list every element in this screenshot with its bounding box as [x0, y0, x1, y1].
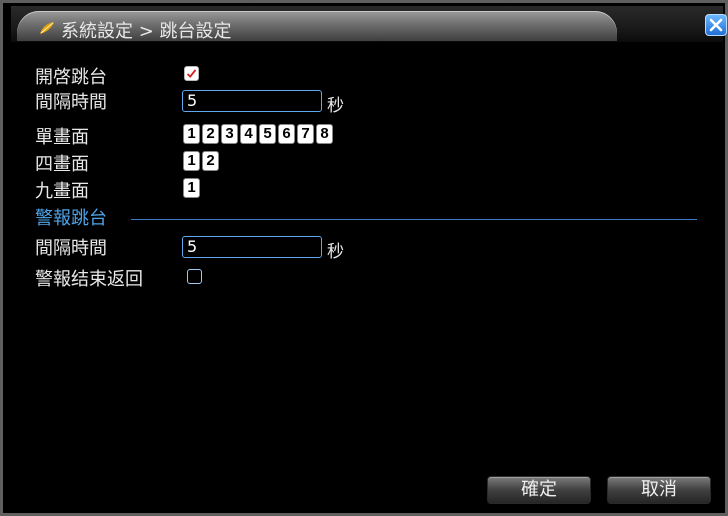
check-mark-icon	[186, 69, 197, 78]
single-channel-8[interactable]: 8	[316, 124, 333, 144]
window-title: 系統設定 > 跳台設定	[61, 21, 232, 42]
enable-checkbox[interactable]	[184, 66, 199, 81]
interval-input[interactable]: 5	[182, 90, 322, 112]
single-channel-1[interactable]: 1	[183, 124, 200, 144]
single-channel-3[interactable]: 3	[221, 124, 238, 144]
interval-unit: 秒	[327, 96, 344, 116]
dialog-window: 系統設定 > 跳台設定 開啓跳台 間隔時間 5 秒 單畫面 1 2 3 4 5 …	[0, 0, 728, 516]
title-bar: 系統設定 > 跳台設定	[11, 6, 727, 42]
single-channel-7[interactable]: 7	[297, 124, 314, 144]
close-button[interactable]	[705, 14, 727, 36]
interval-label: 間隔時間	[35, 92, 107, 113]
single-channel-4[interactable]: 4	[240, 124, 257, 144]
alarm-interval-label: 間隔時間	[35, 238, 107, 259]
cancel-button[interactable]: 取消	[607, 476, 711, 504]
quad-label: 四畫面	[35, 154, 89, 175]
section-divider	[131, 219, 697, 220]
quad-channel-2[interactable]: 2	[202, 151, 219, 171]
alarm-interval-unit: 秒	[327, 242, 344, 262]
single-label: 單畫面	[35, 127, 89, 148]
single-channel-6[interactable]: 6	[278, 124, 295, 144]
nine-channel-1[interactable]: 1	[183, 178, 200, 198]
alarm-section-title: 警報跳台	[35, 208, 107, 229]
alarm-interval-input[interactable]: 5	[182, 236, 322, 258]
nine-label: 九畫面	[35, 181, 89, 202]
ok-button[interactable]: 確定	[487, 476, 591, 504]
enable-label: 開啓跳台	[35, 67, 107, 88]
alarm-return-checkbox[interactable]	[187, 269, 202, 284]
quad-channel-1[interactable]: 1	[183, 151, 200, 171]
close-icon	[709, 18, 723, 32]
single-channel-2[interactable]: 2	[202, 124, 219, 144]
title-tab: 系統設定 > 跳台設定	[17, 11, 617, 42]
alarm-return-label: 警報结束返回	[35, 269, 143, 290]
single-channel-5[interactable]: 5	[259, 124, 276, 144]
leaf-icon	[39, 20, 55, 39]
